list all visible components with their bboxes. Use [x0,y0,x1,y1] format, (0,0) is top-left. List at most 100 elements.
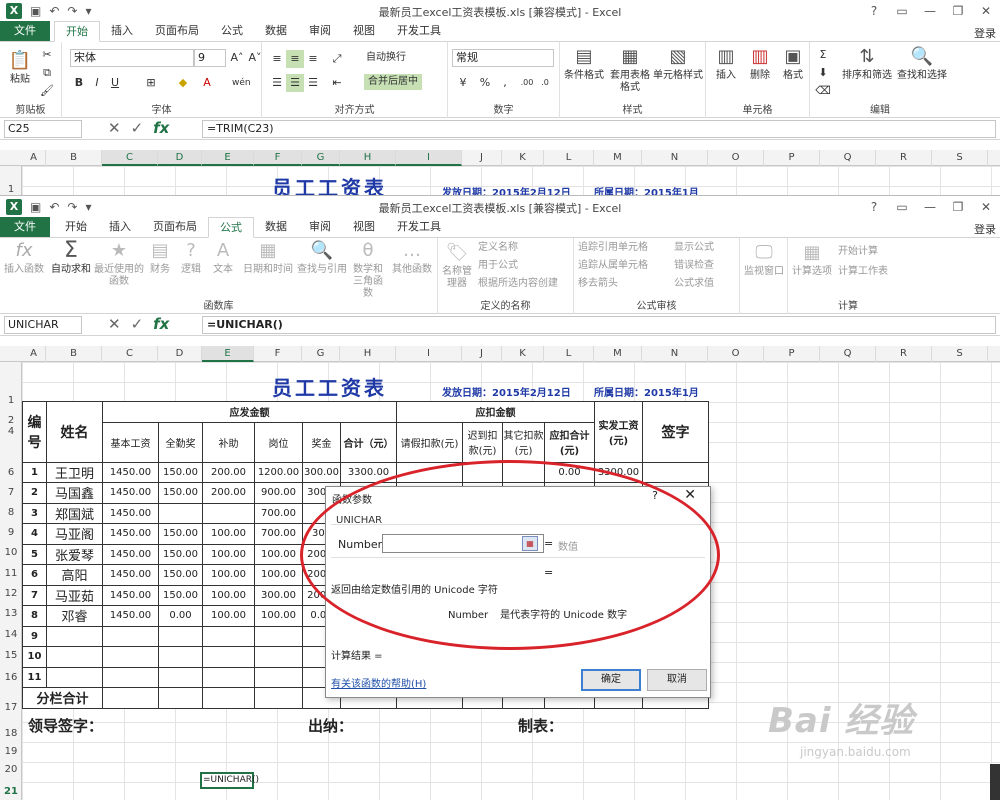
header-name[interactable]: 姓名 [46,401,103,463]
evaluate-formula-button[interactable]: 公式求值 [674,278,714,290]
tab-insert[interactable]: 插入 [98,217,142,237]
maximize-icon[interactable]: ❐ [944,196,972,218]
tab-formulas[interactable]: 公式 [210,21,254,41]
cell-sub[interactable] [202,502,255,524]
column-header[interactable]: O [708,346,764,362]
row-header[interactable]: 21 [0,786,22,797]
row-header[interactable]: 20 [0,764,22,775]
use-formula-button[interactable]: 用于公式 [478,260,518,272]
header-deduct[interactable]: 应扣金额 [396,401,595,423]
row-header[interactable]: 4 [0,426,22,437]
cell-base[interactable]: 1450.00 [102,584,159,606]
cell-name[interactable]: 马国鑫 [46,482,103,504]
row-header[interactable]: 12 [0,588,22,599]
font-size-select[interactable]: 9 [194,49,226,67]
fill-icon[interactable]: ⬇ [814,64,832,82]
column-header[interactable]: H [340,346,396,362]
row-header[interactable]: 10 [0,547,22,558]
cell-no[interactable]: 9 [22,625,47,647]
align-center-icon[interactable]: ☰ [286,74,304,92]
tab-file[interactable]: 文件 [0,217,50,237]
cell-no[interactable]: 2 [22,482,47,504]
cell-att[interactable] [158,646,203,668]
grow-font-icon[interactable]: A˄ [228,49,246,67]
cell-name[interactable]: 高阳 [46,564,103,586]
tab-view[interactable]: 视图 [342,21,386,41]
cell-name[interactable]: 马亚茹 [46,584,103,606]
create-from-sel-button[interactable]: 根据所选内容创建 [478,278,558,290]
define-name-button[interactable]: 定义名称 [478,242,518,254]
cell-base[interactable] [102,666,159,688]
cell-post[interactable]: 100.00 [254,564,303,586]
column-header[interactable]: C [102,150,158,166]
align-bottom-icon[interactable]: ≡ [304,50,322,68]
tab-view[interactable]: 视图 [342,217,386,237]
row-header[interactable]: 18 [0,728,22,739]
cell-att[interactable]: 0.00 [158,605,203,627]
cell-base[interactable]: 1450.00 [102,564,159,586]
column-header[interactable]: D [158,346,202,362]
percent-icon[interactable]: % [476,74,494,92]
find-select-button[interactable]: 🔍 查找和选择 [894,46,950,82]
number-format-select[interactable]: 常规 [452,49,554,67]
row-header[interactable]: 8 [0,507,22,518]
tab-file[interactable]: 文件 [0,21,50,41]
column-header[interactable]: H [340,150,396,166]
comma-icon[interactable]: , [496,74,514,92]
bold-button[interactable]: B [70,74,88,92]
sub-base[interactable]: 基本工资 [102,421,159,463]
trace-precedents-button[interactable]: 追踪引用单元格 [578,242,648,254]
cell-post[interactable]: 100.00 [254,543,303,565]
cell-no[interactable]: 8 [22,605,47,627]
cell-sub[interactable] [202,666,255,688]
cell-post[interactable]: 700.00 [254,523,303,545]
align-left-icon[interactable]: ☰ [268,74,286,92]
cell-name[interactable] [46,666,103,688]
cell-name[interactable] [46,625,103,647]
confirm-entry-icon[interactable]: ✓ [131,119,144,137]
decrease-decimal-icon[interactable]: .0 [536,74,554,92]
header-net[interactable]: 实发工资(元) [594,401,643,463]
column-header[interactable]: S [932,346,988,362]
column-header[interactable]: S [932,150,988,166]
autosum-icon[interactable]: Σ [814,46,832,64]
column-header[interactable]: L [544,346,594,362]
active-cell[interactable]: =UNICHAR() [200,772,259,789]
align-top-icon[interactable]: ≡ [268,50,286,68]
column-header[interactable]: G [302,150,340,166]
row-header[interactable]: 1 [0,395,22,406]
login-link[interactable]: 登录 [974,221,996,237]
remove-arrows-button[interactable]: 移去箭头 [578,278,618,290]
error-check-button[interactable]: 错误检查 [674,260,714,272]
cancel-entry-icon[interactable]: ✕ [108,119,121,137]
row-header[interactable]: 11 [0,568,22,579]
ribbon-display-icon[interactable]: ▭ [888,0,916,22]
math-button[interactable]: θ 数学和三角函数 [350,240,386,300]
cond-format-button[interactable]: ▤ 条件格式 [562,46,606,82]
cell-no[interactable]: 5 [22,543,47,565]
row-header[interactable]: 15 [0,650,22,661]
cell-no[interactable]: 1 [22,461,47,483]
cell-base[interactable]: 1450.00 [102,605,159,627]
row-header[interactable]: 14 [0,629,22,640]
calc-now-button[interactable]: 开始计算 [838,246,878,258]
cell-name[interactable]: 张爱琴 [46,543,103,565]
tab-home[interactable]: 开始 [54,21,100,42]
header-payable[interactable]: 应发金额 [102,401,397,423]
cell-sub[interactable]: 200.00 [202,482,255,504]
column-header[interactable]: G [302,346,340,362]
column-header[interactable]: D [158,150,202,166]
sub-attendance[interactable]: 全勤奖 [158,421,203,463]
sub-late[interactable]: 迟到扣款(元) [462,421,503,463]
copy-icon[interactable]: ⧉ [38,64,56,82]
sort-filter-button[interactable]: ⇅ 排序和筛选 [840,46,894,82]
tab-data[interactable]: 数据 [254,21,298,41]
column-header[interactable]: R [876,150,932,166]
cell-base[interactable] [102,646,159,668]
ribbon-display-icon[interactable]: ▭ [888,196,916,218]
font-color-icon[interactable]: A [198,74,216,92]
formula-input[interactable]: =TRIM(C23) [202,120,996,138]
scrollbar-thumb[interactable] [990,764,1000,800]
cell-base[interactable]: 1450.00 [102,523,159,545]
column-header[interactable]: M [594,150,642,166]
